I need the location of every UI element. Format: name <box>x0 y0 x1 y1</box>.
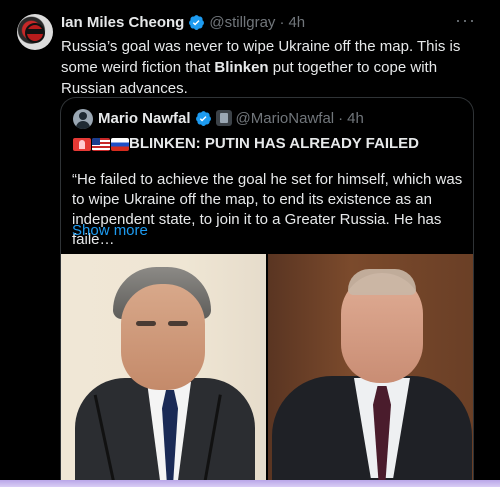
photo-brow <box>136 321 156 326</box>
blinken-photo[interactable] <box>61 254 266 480</box>
quote-author-avatar[interactable] <box>73 109 93 129</box>
author-avatar[interactable] <box>17 14 53 50</box>
show-more-link[interactable]: Show more <box>72 222 148 239</box>
photo-hair <box>348 269 416 295</box>
putin-photo[interactable] <box>268 254 473 480</box>
verified-badge-icon <box>189 14 205 30</box>
bottom-bar <box>0 480 500 487</box>
alert-icon <box>73 137 91 151</box>
headline-emojis <box>73 136 129 152</box>
quote-headline: BLINKEN: PUTIN HAS ALREADY FAILED <box>129 135 420 152</box>
separator: · <box>279 13 285 31</box>
tweet-text: Russia’s goal was never to wipe Ukraine … <box>61 36 486 99</box>
quote-header: Mario Nawfal @MarioNawfal · 4h <box>98 108 364 128</box>
quote-author-handle[interactable]: @MarioNawfal <box>236 110 335 127</box>
affiliate-badge-icon <box>215 110 232 126</box>
quote-author-name[interactable]: Mario Nawfal <box>98 110 191 127</box>
russia-flag-icon <box>111 137 129 151</box>
tweet[interactable]: Ian Miles Cheong @stillgray · 4h ··· Rus… <box>0 0 500 487</box>
quoted-tweet[interactable]: Mario Nawfal @MarioNawfal · 4h BLINKEN: … <box>60 97 474 487</box>
photo-brow <box>168 321 188 326</box>
author-handle[interactable]: @stillgray <box>209 14 275 31</box>
quote-timestamp[interactable]: 4h <box>347 110 364 127</box>
more-options-icon[interactable]: ··· <box>455 10 476 31</box>
photo-face <box>121 284 205 390</box>
quote-verified-badge-icon <box>195 110 211 126</box>
avatar-shades <box>26 29 44 34</box>
timestamp[interactable]: 4h <box>288 14 305 31</box>
us-flag-icon <box>92 137 110 151</box>
quote-separator: · <box>338 109 344 127</box>
tweet-text-bold: Blinken <box>214 59 269 76</box>
author-name[interactable]: Ian Miles Cheong <box>61 14 184 31</box>
tweet-header: Ian Miles Cheong @stillgray · 4h <box>61 12 305 32</box>
